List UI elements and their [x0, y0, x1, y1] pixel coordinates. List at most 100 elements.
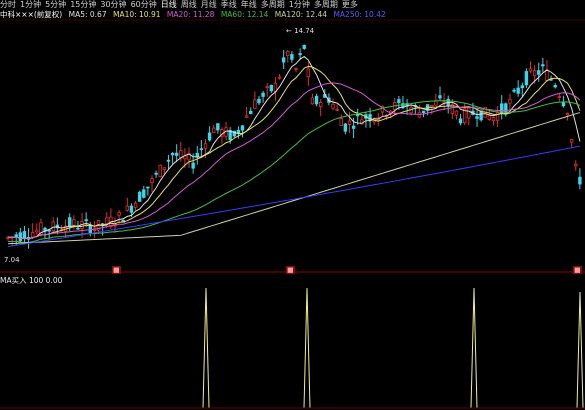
candle: [491, 117, 496, 122]
ma10-line: [7, 65, 581, 239]
candle: [154, 172, 158, 175]
event-marker[interactable]: ■: [112, 266, 121, 274]
candle: [434, 100, 438, 106]
sub-indicator-caption: MA买入 100 0.00: [0, 276, 63, 285]
candle: [339, 118, 343, 127]
candle: [158, 164, 162, 177]
candle: [318, 101, 323, 108]
candle: [475, 116, 479, 119]
candle: [351, 125, 356, 129]
candle: [240, 125, 245, 131]
candle: [331, 103, 335, 109]
candle: [84, 219, 88, 222]
ma20-line: [7, 82, 581, 239]
candle: [335, 108, 339, 111]
candle: [298, 53, 302, 56]
candle: [228, 130, 232, 141]
candle: [72, 219, 76, 226]
buy-signal-spike: [576, 291, 584, 409]
candle: [290, 54, 294, 60]
candle: [532, 70, 537, 77]
candle: [51, 221, 55, 232]
candle: [467, 107, 471, 119]
candle: [356, 113, 360, 117]
ma120-line: [7, 112, 581, 245]
candle: [397, 99, 401, 103]
candle: [545, 69, 549, 81]
candle: [68, 217, 72, 227]
candle: [438, 95, 442, 99]
candle: [520, 85, 524, 89]
candle: [133, 202, 138, 208]
candle: [18, 232, 23, 242]
ma60-line: [7, 100, 581, 243]
candle: [524, 71, 529, 86]
candle: [557, 96, 562, 98]
candle: [142, 189, 146, 198]
candle: [508, 99, 512, 104]
candle: [179, 150, 183, 159]
candle: [117, 211, 121, 216]
candle: [146, 186, 150, 189]
candle: [565, 113, 570, 116]
candle: [191, 162, 195, 169]
candle: [137, 191, 142, 202]
candle: [569, 139, 574, 143]
candle: [574, 163, 578, 167]
candle: [35, 229, 39, 233]
buy-signal-spike: [202, 287, 210, 409]
candle: [286, 50, 290, 57]
candle: [257, 98, 261, 104]
candle: [195, 152, 199, 158]
candle: [454, 110, 459, 116]
kline-chart[interactable]: ← 14.74 7.04: [0, 0, 585, 410]
candle: [261, 92, 265, 97]
candle: [129, 205, 134, 213]
candle: [162, 167, 167, 170]
candle: [174, 152, 179, 156]
candle: [76, 227, 80, 230]
sub-indicator-legend: MA买入 100 0.00: [0, 276, 585, 286]
candle: [421, 110, 426, 114]
candle: [281, 57, 286, 63]
candle: [537, 70, 541, 75]
high-price-label: ← 14.74: [286, 27, 315, 35]
candle: [528, 68, 533, 72]
candle: [306, 68, 311, 78]
buy-signal-spike: [303, 287, 311, 409]
buy-signal-spike: [470, 287, 478, 409]
candle: [430, 104, 434, 108]
candle: [294, 68, 298, 70]
candle: [150, 178, 154, 183]
candle: [516, 87, 520, 94]
candle: [199, 148, 204, 151]
candle: [207, 132, 212, 141]
candle: [30, 232, 35, 238]
candle: [578, 176, 582, 185]
candle: [170, 152, 175, 156]
candle: [302, 44, 306, 49]
candle: [347, 120, 352, 125]
low-price-label: 7.04: [4, 256, 20, 264]
event-marker[interactable]: ■: [573, 266, 582, 274]
candle: [310, 97, 315, 105]
candle: [203, 143, 208, 149]
candle: [166, 159, 171, 162]
candle: [105, 217, 109, 225]
candle: [253, 99, 257, 109]
candle: [458, 118, 463, 124]
candle: [269, 84, 274, 92]
candle: [22, 231, 27, 240]
candle: [212, 127, 216, 134]
event-marker[interactable]: ■: [286, 266, 295, 274]
candle: [561, 102, 566, 107]
candle: [244, 115, 249, 118]
candle: [125, 205, 130, 211]
candle: [314, 95, 319, 105]
candle: [277, 76, 282, 79]
candle: [343, 123, 348, 132]
candle: [88, 224, 92, 234]
ma250-line: [7, 145, 580, 248]
candle: [512, 89, 516, 92]
candle: [553, 85, 557, 88]
